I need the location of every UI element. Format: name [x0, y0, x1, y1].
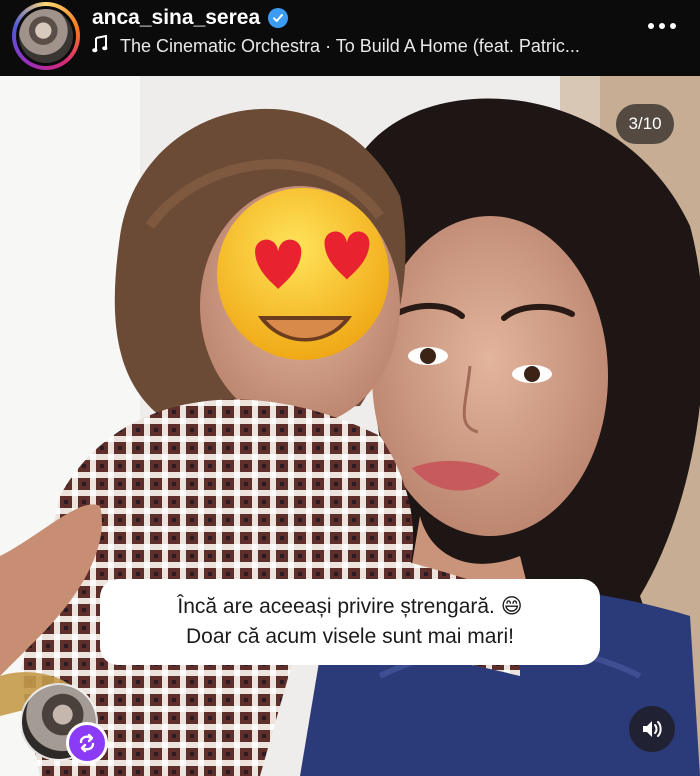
verified-badge-icon: [268, 8, 289, 28]
post-header: anca_sina_serea The Cinematic Orchestra …: [0, 0, 700, 76]
caption-line-2: Doar că acum visele sunt mai mari!: [186, 625, 514, 648]
more-horizontal-icon[interactable]: [648, 23, 676, 29]
heart-eyes-emoji-icon: [217, 188, 389, 360]
music-attribution[interactable]: The Cinematic Orchestra · To Build A Hom…: [92, 34, 580, 58]
carousel-counter: 3/10: [616, 104, 674, 144]
music-note-icon: [92, 34, 108, 58]
speaker-icon[interactable]: [629, 706, 675, 752]
music-track-text: The Cinematic Orchestra · To Build A Hom…: [120, 36, 580, 56]
remix-icon[interactable]: [66, 722, 108, 764]
caption-sticker: Încă are aceeași privire ștrengară. 😄 Do…: [100, 579, 600, 665]
caption-line-1: Încă are aceeași privire ștrengară. 😄: [177, 595, 523, 618]
username-row: anca_sina_serea: [92, 6, 289, 30]
photo-illustration: [0, 76, 700, 776]
post-photo[interactable]: [0, 76, 700, 776]
username-link[interactable]: anca_sina_serea: [92, 6, 260, 30]
profile-avatar: [19, 9, 73, 63]
story-ring-avatar[interactable]: [12, 2, 80, 70]
